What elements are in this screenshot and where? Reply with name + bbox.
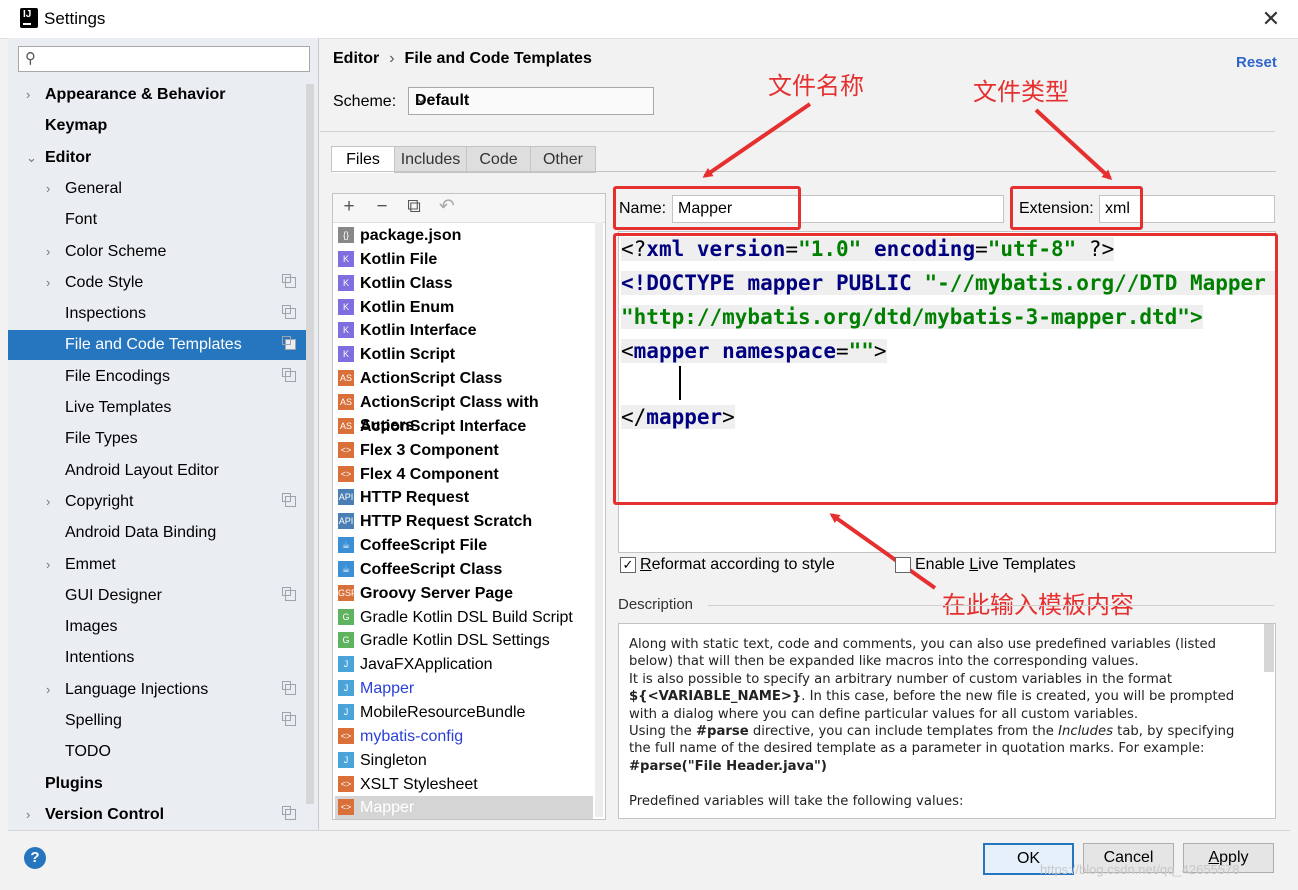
live-templates-label[interactable]: Enable Live Templates (915, 556, 1076, 574)
reformat-label[interactable]: Reformat according to style (640, 556, 835, 574)
watermark-text: https://blog.csdn.net/qq_42655578 (1040, 862, 1240, 877)
reformat-checkbox[interactable]: ✓ (620, 557, 636, 573)
arrow-to-name (702, 102, 812, 178)
help-icon[interactable]: ? (24, 847, 46, 869)
footer-divider (8, 830, 1290, 831)
description-text: Along with static text, code and comment… (629, 637, 1235, 809)
description-scrollbar[interactable] (1264, 624, 1274, 672)
description-divider (708, 605, 1274, 606)
live-templates-checkbox[interactable] (895, 557, 911, 573)
description-label: Description (618, 596, 694, 613)
arrow-to-content (829, 513, 937, 590)
description-box: Along with static text, code and comment… (618, 623, 1276, 819)
arrow-to-extension (1034, 108, 1113, 181)
